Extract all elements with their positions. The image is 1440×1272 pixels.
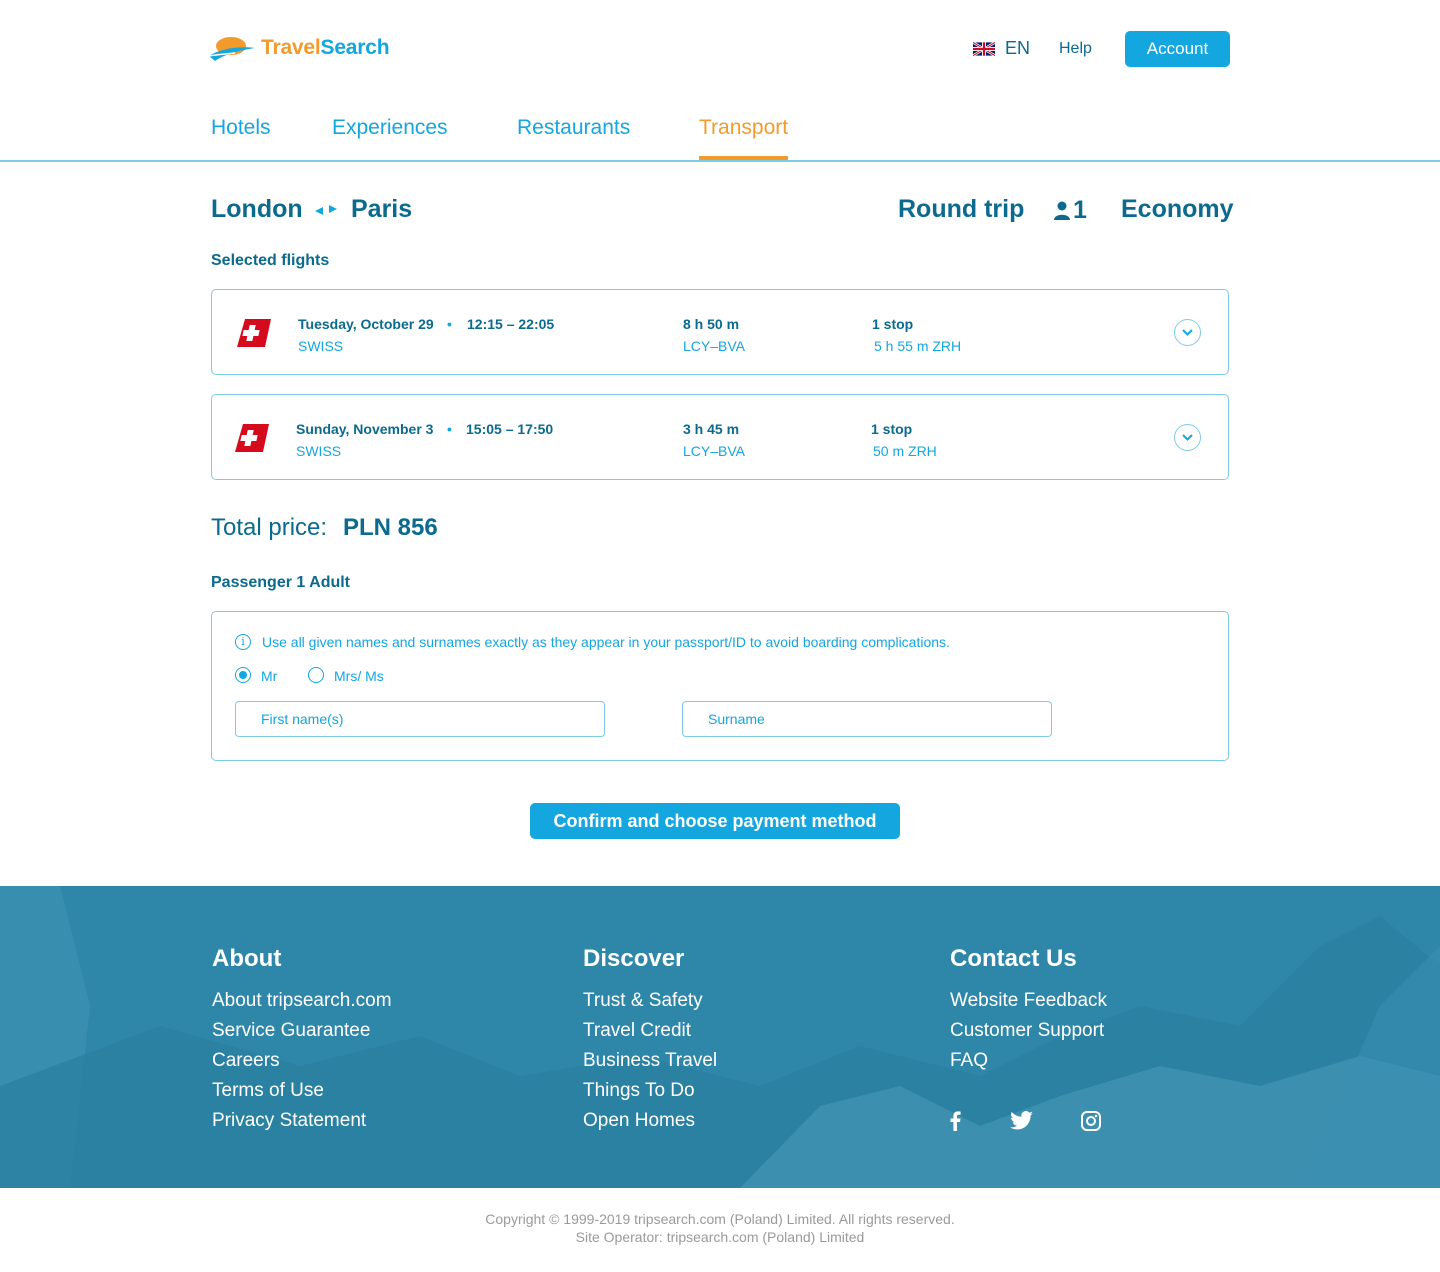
- twitter-icon[interactable]: [1010, 1111, 1033, 1130]
- flight-airports: LCY–BVA: [683, 443, 745, 459]
- confirm-payment-button[interactable]: Confirm and choose payment method: [530, 803, 900, 839]
- help-link[interactable]: Help: [1059, 40, 1092, 58]
- footer-link[interactable]: Terms of Use: [212, 1080, 324, 1102]
- surname-field[interactable]: [682, 701, 1052, 737]
- instagram-icon[interactable]: [1081, 1111, 1101, 1131]
- footer-link[interactable]: About tripsearch.com: [212, 990, 392, 1012]
- total-price-value: PLN 856: [343, 514, 438, 541]
- footer-link[interactable]: Customer Support: [950, 1020, 1104, 1042]
- cabin-class-selector[interactable]: Economy: [1121, 195, 1234, 224]
- destination-city[interactable]: Paris: [351, 195, 412, 224]
- passenger-count-selector[interactable]: 1: [1054, 196, 1087, 225]
- separator-dot: •: [447, 316, 452, 332]
- title-mr-radio[interactable]: [235, 667, 251, 683]
- footer-link[interactable]: Business Travel: [583, 1050, 717, 1072]
- tab-hotels[interactable]: Hotels: [211, 116, 271, 160]
- swiss-airline-logo-icon: [237, 319, 271, 347]
- footer-link[interactable]: Trust & Safety: [583, 990, 703, 1012]
- footer-contact-title: Contact Us: [950, 945, 1077, 972]
- expand-flight-button[interactable]: [1174, 319, 1201, 346]
- footer-link[interactable]: Travel Credit: [583, 1020, 691, 1042]
- site-operator-text: Site Operator: tripsearch.com (Poland) L…: [575, 1229, 865, 1245]
- language-selector[interactable]: EN: [973, 38, 1030, 59]
- airline-name: SWISS: [296, 443, 342, 459]
- chevron-down-icon: [1182, 434, 1193, 441]
- title-mrs-ms-label[interactable]: Mrs/ Ms: [334, 668, 384, 684]
- logo-icon: [208, 37, 255, 61]
- footer-link[interactable]: Privacy Statement: [212, 1110, 366, 1132]
- facebook-icon[interactable]: [950, 1111, 961, 1131]
- passenger-form: i Use all given names and surnames exact…: [211, 611, 1229, 761]
- site-header: TravelSearch EN Help Account: [0, 0, 1440, 100]
- logo[interactable]: TravelSearch: [207, 34, 390, 62]
- tab-experiences[interactable]: Experiences: [332, 116, 448, 160]
- selected-flights-heading: Selected flights: [211, 252, 330, 269]
- account-button[interactable]: Account: [1125, 31, 1230, 67]
- stop-detail: 50 m ZRH: [873, 443, 937, 459]
- flight-date: Sunday, November 3: [296, 421, 434, 437]
- footer-link[interactable]: Website Feedback: [950, 990, 1107, 1012]
- person-icon: [1054, 201, 1070, 220]
- footer-discover-title: Discover: [583, 945, 685, 972]
- separator-dot: •: [447, 421, 452, 437]
- flight-duration: 3 h 45 m: [683, 421, 740, 437]
- tab-restaurants[interactable]: Restaurants: [517, 116, 630, 160]
- swiss-airline-logo-icon: [235, 424, 269, 452]
- footer-link[interactable]: Things To Do: [583, 1080, 695, 1102]
- language-label: EN: [1005, 38, 1031, 58]
- flight-airports: LCY–BVA: [683, 338, 745, 354]
- stop-detail: 5 h 55 m ZRH: [874, 338, 962, 354]
- category-nav: Hotels Experiences Restaurants Transport: [0, 100, 1440, 162]
- title-mrs-ms-radio[interactable]: [308, 667, 324, 683]
- flight-duration: 8 h 50 m: [683, 316, 740, 332]
- name-info-text: Use all given names and surnames exactly…: [262, 634, 950, 650]
- footer-about-title: About: [212, 945, 282, 972]
- title-mr-label[interactable]: Mr: [261, 668, 277, 684]
- flight-date: Tuesday, October 29: [298, 316, 434, 332]
- expand-flight-button[interactable]: [1174, 424, 1201, 451]
- flight-card-return[interactable]: Sunday, November 3 • 15:05 – 17:50 SWISS…: [211, 394, 1229, 480]
- footer-link[interactable]: Open Homes: [583, 1110, 695, 1132]
- copyright-text: Copyright © 1999-2019 tripsearch.com (Po…: [485, 1211, 955, 1227]
- flight-stops: 1 stop: [871, 421, 913, 437]
- chevron-down-icon: [1182, 329, 1193, 336]
- flight-card-outbound[interactable]: Tuesday, October 29 • 12:15 – 22:05 SWIS…: [211, 289, 1229, 375]
- logo-text: TravelSearch: [261, 36, 390, 59]
- passenger-count: 1: [1073, 196, 1087, 224]
- swap-arrows-icon[interactable]: [314, 203, 338, 217]
- total-price-label: Total price:: [211, 514, 328, 541]
- first-name-field[interactable]: [235, 701, 605, 737]
- site-footer: About About tripsearch.com Service Guara…: [0, 886, 1440, 1188]
- footer-link[interactable]: Careers: [212, 1050, 280, 1072]
- flight-stops: 1 stop: [872, 316, 914, 332]
- info-icon: i: [235, 634, 251, 650]
- footer-link[interactable]: Service Guarantee: [212, 1020, 370, 1042]
- flight-time: 15:05 – 17:50: [466, 421, 554, 437]
- trip-type-selector[interactable]: Round trip: [898, 195, 1024, 224]
- footer-link[interactable]: FAQ: [950, 1050, 988, 1072]
- uk-flag-icon: [973, 41, 995, 56]
- passenger-heading: Passenger 1 Adult: [211, 574, 351, 591]
- flight-time: 12:15 – 22:05: [467, 316, 555, 332]
- airline-name: SWISS: [298, 338, 344, 354]
- origin-city[interactable]: London: [211, 195, 303, 224]
- tab-transport[interactable]: Transport: [699, 116, 789, 160]
